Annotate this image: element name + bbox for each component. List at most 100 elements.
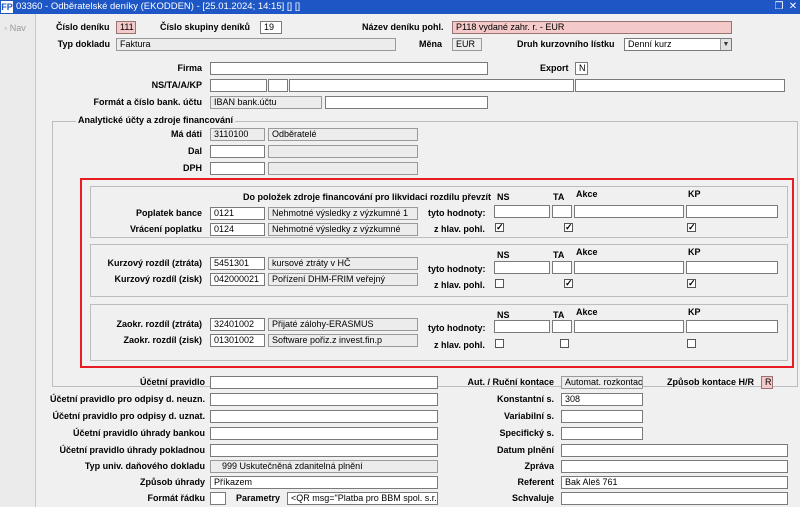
poplatek-code[interactable]: 0121 [210, 207, 265, 220]
dal-label: Dal [187, 146, 202, 156]
typ-dokladu-field[interactable]: Faktura [116, 38, 396, 51]
kp-value-field[interactable] [686, 320, 778, 333]
kurz-zisk-code[interactable]: 042000021 [210, 273, 265, 286]
dph-label: DPH [182, 163, 202, 173]
ns-value-field[interactable] [494, 320, 550, 333]
kp-checkbox[interactable] [687, 339, 696, 348]
ta-checkbox[interactable]: ✓ [564, 279, 573, 288]
export-field[interactable]: N [575, 62, 588, 75]
zaokr-ztrata-code[interactable]: 32401002 [210, 318, 265, 331]
tyto-hodnoty-label: tyto hodnoty: [428, 208, 486, 218]
schvaluje-label: Schvaluje [511, 493, 554, 503]
bank-account-field[interactable] [325, 96, 488, 109]
typ-dokladu-label: Typ dokladu [57, 39, 110, 49]
mena-field[interactable]: EUR [452, 38, 482, 51]
firma-label: Firma [177, 63, 202, 73]
tyto-hodnoty-label: tyto hodnoty: [428, 264, 486, 274]
ma-dati-label: Má dáti [170, 129, 202, 139]
variabilni-field[interactable] [561, 410, 643, 423]
cislo-deniku-field[interactable]: 111 [116, 21, 136, 34]
vraceni-code[interactable]: 0124 [210, 223, 265, 236]
format-radku-label: Formát řádku [147, 493, 205, 503]
akce-value-field[interactable] [574, 261, 684, 274]
cislo-skupiny-label: Číslo skupiny deníků [160, 22, 251, 32]
cislo-deniku-label: Číslo deníku [56, 22, 110, 32]
ma-dati-code[interactable]: 3110100 [210, 128, 265, 141]
ns-checkbox[interactable] [495, 279, 504, 288]
ta-checkbox[interactable] [560, 339, 569, 348]
chevron-down-icon[interactable]: ▼ [720, 39, 731, 50]
uhrady-pokladnou-field[interactable] [210, 444, 438, 457]
firma-field[interactable] [210, 62, 488, 75]
zprava-label: Zpráva [524, 461, 554, 471]
cislo-skupiny-field[interactable]: 19 [260, 21, 282, 34]
konstantni-field[interactable]: 308 [561, 393, 643, 406]
kurz-ztrata-name: kursové ztráty v HČ [268, 257, 418, 270]
odpisy-neuzn-field[interactable] [210, 393, 438, 406]
zpusob-uhrady-field[interactable]: Příkazem [210, 476, 438, 489]
z-hlav-pohl-label: z hlav. pohl. [434, 340, 485, 350]
akce-value-field[interactable] [574, 320, 684, 333]
ns-ta-a-kp-label: NS/TA/A/KP [151, 80, 202, 90]
ns-field[interactable] [210, 79, 267, 92]
zpusob-uhrady-label: Způsob úhrady [140, 477, 205, 487]
ta-value-field[interactable] [552, 205, 572, 218]
ns-value-field[interactable] [494, 205, 550, 218]
druh-kurz-value: Denní kurz [628, 39, 672, 49]
kurz-ztrata-label: Kurzový rozdíl (ztráta) [107, 258, 202, 268]
zprava-field[interactable] [561, 460, 788, 473]
ta-value-field[interactable] [552, 261, 572, 274]
kp-value-field[interactable] [686, 261, 778, 274]
ns-value-field[interactable] [494, 261, 550, 274]
zaokr-zisk-code[interactable]: 01301002 [210, 334, 265, 347]
kp-value-field[interactable] [686, 205, 778, 218]
ta-checkbox[interactable]: ✓ [564, 223, 573, 232]
konstantni-label: Konstantní s. [496, 394, 554, 404]
odpisy-uzn-field[interactable] [210, 410, 438, 423]
akce-field[interactable] [289, 79, 574, 92]
schvaluje-field[interactable] [561, 492, 788, 505]
nazev-deniku-field[interactable]: P118 vydané zahr. r. - EUR [452, 21, 732, 34]
aut-rucni-field[interactable]: Automat. rozkontace [561, 376, 643, 389]
export-label: Export [540, 63, 569, 73]
typ-univ-field[interactable]: 999 Uskutečněná zdanitelná plnění [210, 460, 438, 473]
parametry-field[interactable]: <QR msg="Platba pro BBM spol. s.r.o." [287, 492, 438, 505]
uhrady-bankou-field[interactable] [210, 427, 438, 440]
nav-button[interactable]: ◦ Nav [2, 22, 34, 34]
druh-kurz-select[interactable]: Denní kurz ▼ [624, 38, 732, 51]
col-kp-label: KP [688, 247, 701, 257]
ma-dati-name: Odběratelé [268, 128, 418, 141]
typ-univ-code: 999 [222, 461, 238, 471]
col-ta-label: TA [553, 192, 565, 202]
ns-checkbox[interactable] [495, 339, 504, 348]
col-akce-label: Akce [576, 189, 598, 199]
zpusob-kontace-field[interactable]: R [761, 376, 773, 389]
ucetni-pravidlo-field[interactable] [210, 376, 438, 389]
dal-code[interactable] [210, 145, 265, 158]
kurz-ztrata-code[interactable]: 5451301 [210, 257, 265, 270]
z-hlav-pohl-label: z hlav. pohl. [434, 280, 485, 290]
restore-icon[interactable]: ❐ [772, 0, 786, 14]
format-radku-field[interactable] [210, 492, 226, 505]
z-hlav-pohl-label: z hlav. pohl. [434, 224, 485, 234]
ns-checkbox[interactable]: ✓ [495, 223, 504, 232]
ta-field[interactable] [268, 79, 288, 92]
referent-field[interactable]: Bak Aleš 761 [561, 476, 788, 489]
kp-field[interactable] [575, 79, 785, 92]
poplatek-label: Poplatek bance [135, 208, 202, 218]
format-label: Formát a číslo bank. účtu [93, 97, 202, 107]
dph-code[interactable] [210, 162, 265, 175]
kp-checkbox[interactable]: ✓ [687, 279, 696, 288]
dal-name [268, 145, 418, 158]
ta-value-field[interactable] [552, 320, 572, 333]
nav-label: Nav [9, 23, 26, 33]
specificky-field[interactable] [561, 427, 643, 440]
format-field[interactable]: IBAN bank.účtu [210, 96, 322, 109]
kurz-zisk-name: Pořízení DHM-FRIM veřejný [268, 273, 418, 286]
kp-checkbox[interactable]: ✓ [687, 223, 696, 232]
akce-value-field[interactable] [574, 205, 684, 218]
dph-name [268, 162, 418, 175]
close-icon[interactable]: ✕ [786, 0, 800, 14]
nazev-deniku-label: Název deníku pohl. [362, 22, 444, 32]
datum-plneni-field[interactable] [561, 444, 788, 457]
